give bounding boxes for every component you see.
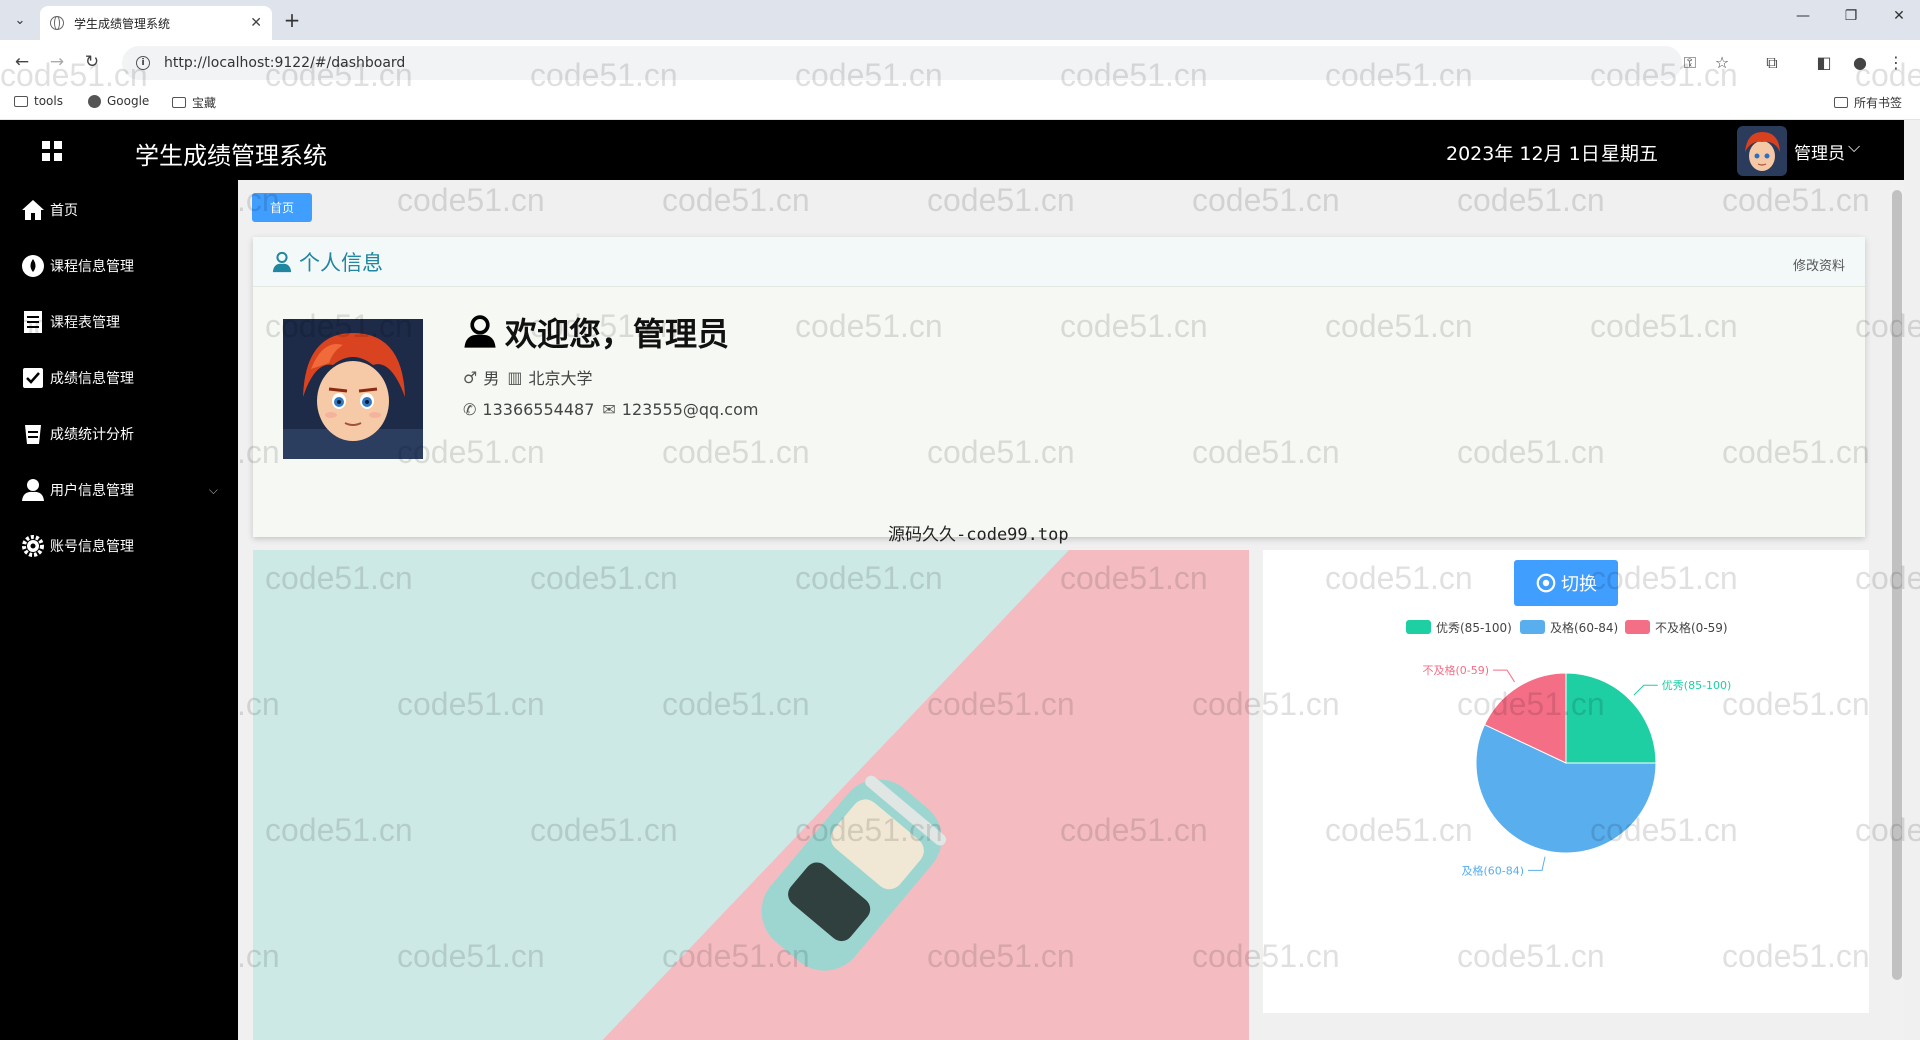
side-panel-icon[interactable]: ◧ (1812, 53, 1836, 72)
user-icon (272, 251, 292, 272)
switch-chart-button[interactable]: 切换 (1514, 560, 1618, 606)
tab-search-dropdown-icon[interactable]: ⌄ (8, 8, 32, 32)
bookmark-treasure[interactable]: 宝藏 (172, 94, 216, 111)
browser-toolbar: ← → ↻ i http://localhost:9122/#/dashboar… (0, 40, 1920, 86)
header-user-name[interactable]: 管理员 (1794, 139, 1845, 164)
home-icon (20, 197, 46, 223)
decorative-photo (253, 550, 1249, 1040)
site-info-icon[interactable]: i (136, 56, 150, 70)
pie-slice-label: 及格(60-84) (1461, 863, 1524, 877)
profile-gender: 男 (483, 369, 500, 388)
current-weekday: 星期五 (1601, 143, 1659, 165)
app-header: 学生成绩管理系统 2023年 12月 1日 星期五 管理员 ⌵ (0, 120, 1904, 180)
globe-icon (50, 16, 64, 30)
page-scrollbar[interactable] (1890, 180, 1904, 1040)
sidebar-item-accounts[interactable]: 账号信息管理 (0, 526, 238, 566)
sidebar: 首页 课程信息管理 课程表管理 成绩信息管理 成绩统计分析 用户信息管理 ⌵ 账… (0, 180, 238, 1040)
folder-icon (1834, 97, 1848, 108)
profile-card-title: 个人信息 (299, 250, 383, 275)
pie-slice-label: 优秀(85-100) (1662, 679, 1732, 692)
browser-tab[interactable]: 学生成绩管理系统 ✕ (40, 6, 272, 40)
restore-icon[interactable]: ❐ (1836, 8, 1866, 24)
sidebar-item-statistics[interactable]: 成绩统计分析 (0, 414, 238, 454)
browser-tab-bar: ⌄ 学生成绩管理系统 ✕ + — ❐ ✕ (0, 0, 1920, 40)
profile-basic-info: ♂ 男 ▥ 北京大学 (463, 365, 593, 389)
document-icon (20, 309, 46, 335)
folder-icon (172, 97, 186, 108)
url-text: http://localhost:9122/#/dashboard (164, 55, 406, 71)
pie-slice-label: 不及格(0-59) (1422, 663, 1489, 677)
phone-icon: ✆ (463, 400, 477, 419)
sidebar-item-schedule[interactable]: 课程表管理 (0, 302, 238, 342)
new-tab-icon[interactable]: + (280, 8, 304, 32)
sidebar-item-course-info[interactable]: 课程信息管理 (0, 246, 238, 286)
user-icon (464, 315, 496, 348)
sidebar-item-users[interactable]: 用户信息管理 ⌵ (0, 470, 238, 510)
app-title: 学生成绩管理系统 (135, 142, 327, 170)
bookmark-google[interactable]: Google (88, 94, 149, 108)
avatar[interactable] (1737, 126, 1787, 176)
all-bookmarks[interactable]: 所有书签 (1834, 94, 1902, 111)
legend-label[interactable]: 优秀(85-100) (1436, 621, 1512, 635)
tab-home[interactable]: 首页 (252, 193, 312, 222)
grade-chart-card: 切换 优秀(85-100) 及格(60-84) 不及格(0-59) 优秀(85-100… (1263, 550, 1869, 1013)
minimize-icon[interactable]: — (1788, 8, 1818, 24)
pie-label-line (1633, 684, 1658, 696)
chevron-down-icon[interactable]: ⌵ (209, 483, 218, 498)
chevron-down-icon[interactable]: ⌵ (1848, 137, 1860, 157)
mail-icon: ✉ (602, 400, 616, 419)
legend-swatch[interactable] (1520, 620, 1545, 634)
welcome-text: 欢迎您，管理员 (505, 315, 730, 353)
address-bar[interactable]: i http://localhost:9122/#/dashboard (122, 46, 1682, 80)
male-icon: ♂ (463, 367, 478, 387)
bookmark-tools[interactable]: tools (14, 94, 63, 108)
folder-icon (14, 95, 28, 107)
extensions-icon[interactable]: ⧉ (1760, 53, 1784, 73)
forward-icon[interactable]: → (45, 52, 69, 72)
key-icon[interactable]: ⚿ (1678, 53, 1702, 73)
reload-icon[interactable]: ↻ (80, 52, 104, 72)
apps-grid-icon[interactable] (42, 141, 62, 161)
browser-tab-title: 学生成绩管理系统 (74, 16, 171, 31)
legend-label[interactable]: 不及格(0-59) (1655, 620, 1728, 635)
checkbox-icon (20, 365, 46, 391)
main-content: 首页 个人信息 修改资料 欢迎您，管理员 ♂ 男 ▥ 北京大学 ✆ 133665… (238, 180, 1890, 1040)
sidebar-item-home[interactable]: 首页 (0, 190, 238, 230)
profile-school: 北京大学 (528, 369, 593, 388)
camera-switch-icon (1536, 573, 1556, 593)
source-note: 源码久久-code99.top (888, 525, 1069, 545)
gear-icon (20, 533, 46, 559)
legend-swatch[interactable] (1406, 620, 1431, 634)
welcome-heading: 欢迎您，管理员 (463, 309, 729, 355)
profile-email: 123555@qq.com (621, 400, 759, 419)
edit-profile-link[interactable]: 修改资料 (1793, 255, 1845, 274)
building-icon: ▥ (507, 367, 523, 387)
profile-icon[interactable]: ● (1848, 53, 1872, 72)
sidebar-item-grades[interactable]: 成绩信息管理 (0, 358, 238, 398)
google-icon (88, 94, 101, 108)
menu-icon[interactable]: ⋮ (1884, 53, 1908, 72)
cup-icon (20, 421, 46, 447)
back-icon[interactable]: ← (10, 52, 34, 72)
window-close-icon[interactable]: ✕ (1884, 8, 1914, 24)
pie-label-line (1493, 669, 1515, 683)
current-date: 2023年 12月 1日 (1446, 143, 1600, 165)
profile-phone: 13366554487 (482, 400, 595, 419)
scrollbar-thumb[interactable] (1892, 190, 1902, 980)
star-icon[interactable]: ☆ (1710, 53, 1734, 72)
bookmarks-bar: tools Google 宝藏 所有书签 (0, 86, 1920, 120)
profile-contact-info: ✆ 13366554487 ✉ 123555@qq.com (463, 400, 758, 419)
profile-avatar (283, 319, 423, 459)
profile-card-header: 个人信息 (253, 237, 1865, 287)
grade-pie-chart: 优秀(85-100) 及格(60-84) 不及格(0-59) 优秀(85-100) 及格… (1406, 620, 1732, 877)
user-icon (20, 477, 46, 503)
legend-swatch[interactable] (1625, 620, 1650, 634)
legend-label[interactable]: 及格(60-84) (1550, 620, 1618, 635)
close-tab-icon[interactable]: ✕ (250, 15, 262, 31)
drop-icon (20, 253, 46, 279)
pie-label-line (1528, 856, 1546, 871)
profile-card: 个人信息 修改资料 欢迎您，管理员 ♂ 男 ▥ 北京大学 ✆ 133665544… (253, 237, 1865, 545)
